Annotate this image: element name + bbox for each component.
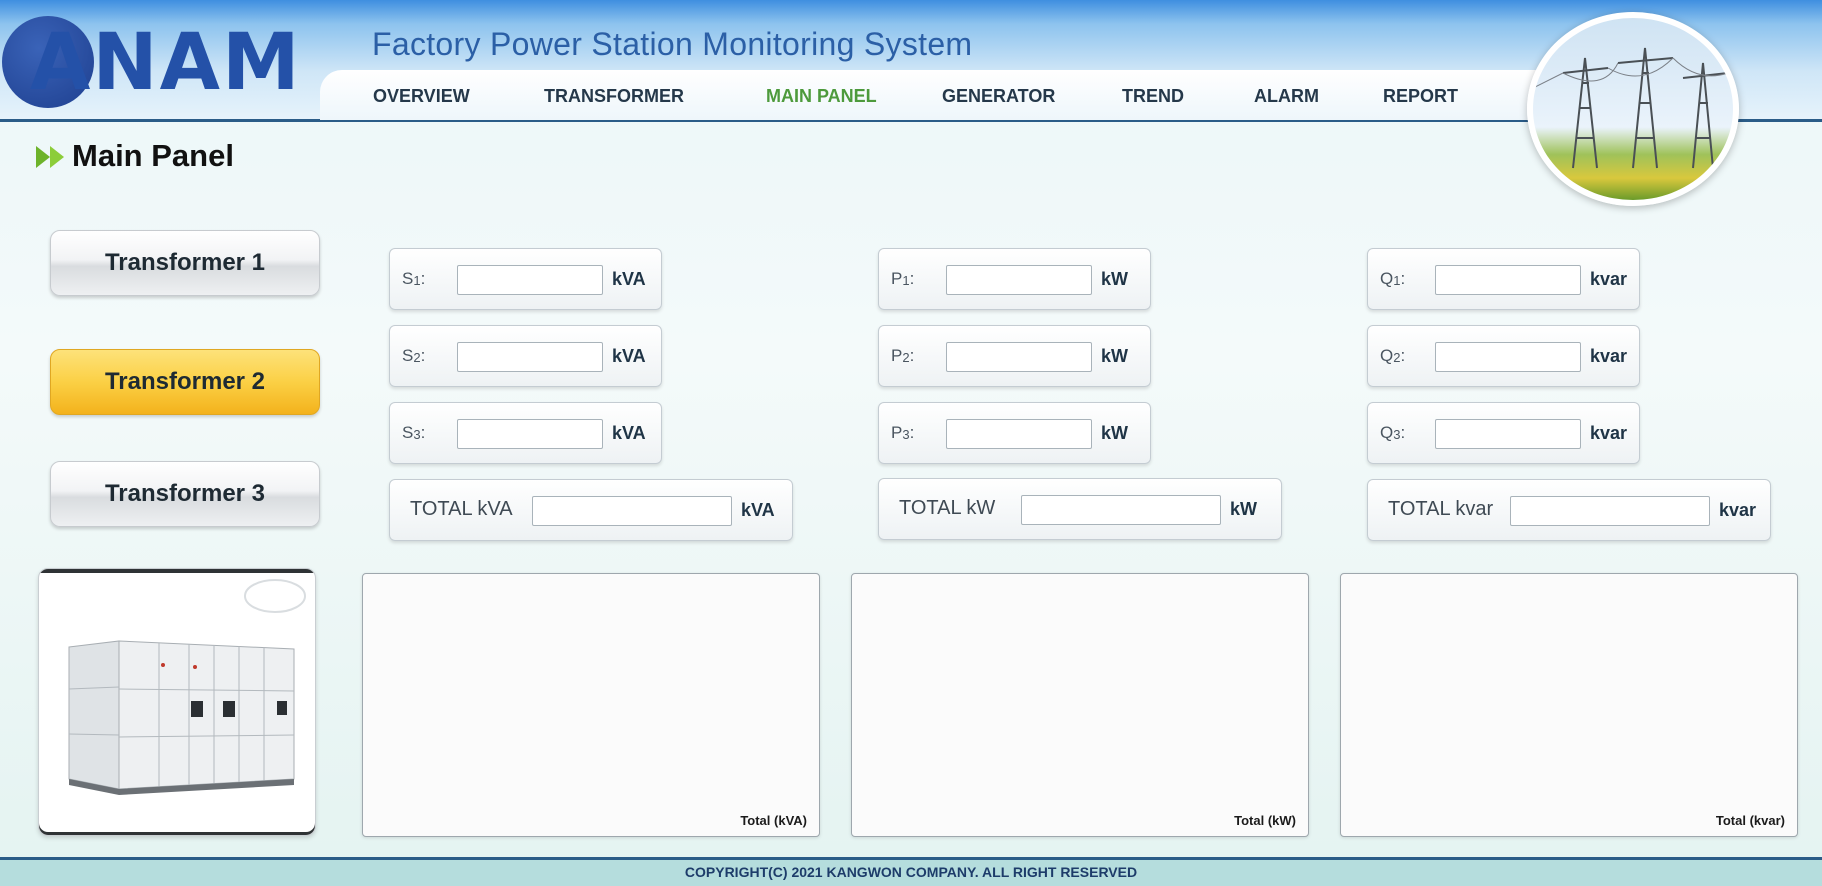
s1-unit: kVA <box>612 269 646 289</box>
q1-field[interactable] <box>1435 265 1581 295</box>
total-kvar-label: TOTAL kvar <box>1388 498 1494 520</box>
p3-label: P3: <box>891 423 915 442</box>
q2-group: Q2: kvar <box>1367 325 1640 387</box>
p2-label: P2: <box>891 346 915 365</box>
s2-group: S2: kVA <box>389 325 662 387</box>
panel-image-topbar <box>39 569 315 573</box>
s1-group: S1: kVA <box>389 248 662 310</box>
total-kw-group: TOTAL kW kW <box>878 478 1282 540</box>
s3-label: S3: <box>402 423 426 442</box>
total-kw-field[interactable] <box>1021 495 1221 525</box>
nav-generator[interactable]: GENERATOR <box>942 86 1055 107</box>
power-tower-photo <box>1527 12 1739 206</box>
nav-overview[interactable]: OVERVIEW <box>373 86 470 107</box>
s3-field[interactable] <box>457 419 603 449</box>
total-kvar-chart-label: Total (kvar) <box>1715 813 1785 828</box>
total-kva-chart-panel: Total (kVA) <box>362 573 820 837</box>
p2-unit: kW <box>1101 346 1128 366</box>
s2-label: S2: <box>402 346 426 365</box>
s3-unit: kVA <box>612 423 646 443</box>
nav-trend[interactable]: TREND <box>1122 86 1184 107</box>
transformer-1-button[interactable]: Transformer 1 <box>50 230 320 296</box>
q2-unit: kvar <box>1590 346 1628 366</box>
p3-unit: kW <box>1101 423 1128 443</box>
s1-label: S1: <box>402 269 426 288</box>
app-title: Factory Power Station Monitoring System <box>372 26 973 62</box>
p3-field[interactable] <box>946 419 1092 449</box>
total-kva-group: TOTAL kVA kVA <box>389 479 793 541</box>
s1-field[interactable] <box>457 265 603 295</box>
total-kw-label: TOTAL kW <box>899 497 996 519</box>
total-kva-field[interactable] <box>532 496 732 526</box>
total-kvar-group: TOTAL kvar kvar <box>1367 479 1771 541</box>
nav-report[interactable]: REPORT <box>1383 86 1458 107</box>
nav-alarm[interactable]: ALARM <box>1254 86 1319 107</box>
double-arrow-icon <box>36 146 64 168</box>
total-kva-label: TOTAL kVA <box>410 498 513 520</box>
p3-group: P3: kW <box>878 402 1151 464</box>
total-kva-unit: kVA <box>741 500 775 520</box>
q3-label: Q3: <box>1380 423 1406 442</box>
q2-field[interactable] <box>1435 342 1581 372</box>
q1-unit: kvar <box>1590 269 1628 289</box>
p1-label: P1: <box>891 269 915 288</box>
main-panel-image <box>38 568 316 836</box>
page-title-text: Main Panel <box>72 138 234 173</box>
q3-group: Q3: kvar <box>1367 402 1640 464</box>
nav-bar: OVERVIEW TRANSFORMER MAIN PANEL GENERATO… <box>320 70 1560 120</box>
nav-transformer[interactable]: TRANSFORMER <box>544 86 684 107</box>
q2-label: Q2: <box>1380 346 1406 365</box>
q1-group: Q1: kvar <box>1367 248 1640 310</box>
power-tower-illustration <box>1533 47 1729 169</box>
total-kw-chart-label: Total (kW) <box>1234 813 1296 828</box>
transformer-2-button[interactable]: Transformer 2 <box>50 349 320 415</box>
total-kvar-chart-panel: Total (kvar) <box>1340 573 1798 837</box>
switchgear-cabinet-icon <box>68 579 306 795</box>
header: ANAM Factory Power Station Monitoring Sy… <box>0 0 1822 206</box>
total-kw-chart-panel: Total (kW) <box>851 573 1309 837</box>
s2-field[interactable] <box>457 342 603 372</box>
company-logo: ANAM <box>0 10 310 110</box>
footer: COPYRIGHT(C) 2021 KANGWON COMPANY. ALL R… <box>0 857 1822 886</box>
total-kw-unit: kW <box>1230 499 1257 519</box>
p2-group: P2: kW <box>878 325 1151 387</box>
p1-group: P1: kW <box>878 248 1151 310</box>
s2-unit: kVA <box>612 346 646 366</box>
q1-label: Q1: <box>1380 269 1406 288</box>
s3-group: S3: kVA <box>389 402 662 464</box>
nav-main-panel[interactable]: MAIN PANEL <box>766 86 877 107</box>
copyright-text: COPYRIGHT(C) 2021 KANGWON COMPANY. ALL R… <box>684 864 1138 880</box>
logo-text: ANAM <box>30 18 302 108</box>
total-kvar-field[interactable] <box>1510 496 1710 526</box>
total-kva-chart-label: Total (kVA) <box>740 813 807 828</box>
p1-field[interactable] <box>946 265 1092 295</box>
q3-unit: kvar <box>1590 423 1628 443</box>
q3-field[interactable] <box>1435 419 1581 449</box>
p1-unit: kW <box>1101 269 1128 289</box>
total-kvar-unit: kvar <box>1719 500 1757 520</box>
p2-field[interactable] <box>946 342 1092 372</box>
transformer-3-button[interactable]: Transformer 3 <box>50 461 320 527</box>
